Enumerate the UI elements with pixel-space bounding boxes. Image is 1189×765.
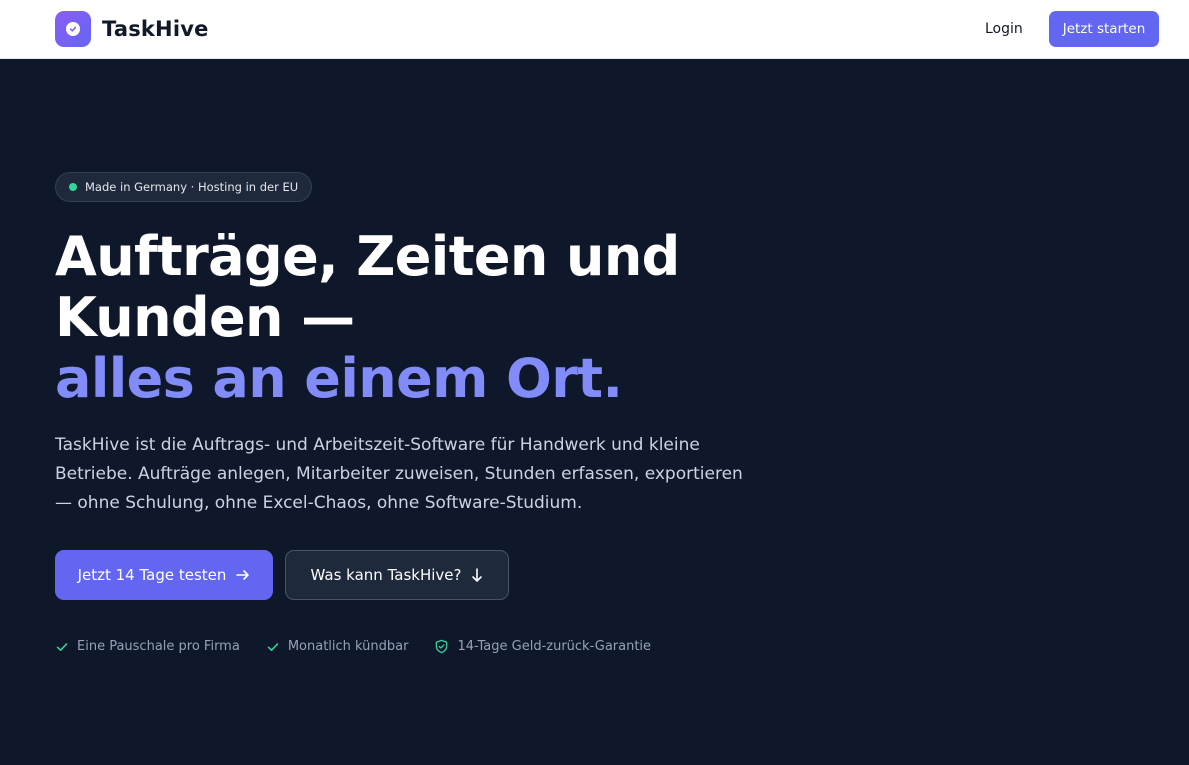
learn-more-label: Was kann TaskHive?: [310, 566, 462, 584]
learn-more-button[interactable]: Was kann TaskHive?: [285, 550, 509, 600]
check-icon: [266, 640, 280, 654]
feature-label: Monatlich kündbar: [287, 639, 409, 654]
start-trial-label: Jetzt 14 Tage testen: [77, 566, 227, 584]
headline-line-1: Aufträge, Zeiten und: [55, 225, 680, 288]
check-icon: [55, 640, 69, 654]
feature-item: Monatlich kündbar: [266, 639, 409, 654]
brand-name: TaskHive: [102, 17, 209, 41]
feature-item: Eine Pauschale pro Firma: [55, 639, 240, 654]
shield-check-icon: [434, 639, 449, 654]
feature-label: Eine Pauschale pro Firma: [77, 639, 240, 654]
feature-item: 14-Tage Geld-zurück-Garantie: [434, 639, 651, 654]
start-trial-button[interactable]: Jetzt 14 Tage testen: [55, 550, 273, 600]
hero-headline: Aufträge, Zeiten und Kunden — alles an e…: [55, 226, 775, 409]
logo-mark: [55, 11, 91, 47]
arrow-right-icon: [236, 569, 250, 581]
brand-logo-link[interactable]: TaskHive: [55, 11, 209, 47]
headline-line-2: Kunden —: [55, 286, 355, 349]
feature-list: Eine Pauschale pro Firma Monatlich kündb…: [55, 639, 651, 654]
headline-line-3-highlight: alles an einem Ort.: [55, 347, 623, 410]
origin-badge: Made in Germany · Hosting in der EU: [55, 172, 313, 202]
logo-check-icon: [66, 22, 80, 36]
hero-description: TaskHive ist die Auftrags- und Arbeitsze…: [55, 435, 743, 513]
login-link[interactable]: Login: [985, 18, 1023, 40]
top-navbar: TaskHive Login Jetzt starten: [0, 0, 1189, 59]
status-dot-icon: [69, 183, 77, 191]
badge-text: Made in Germany · Hosting in der EU: [85, 180, 299, 194]
feature-label: 14-Tage Geld-zurück-Garantie: [457, 639, 652, 654]
start-now-button[interactable]: Jetzt starten: [1049, 11, 1159, 47]
arrow-down-icon: [471, 567, 483, 583]
